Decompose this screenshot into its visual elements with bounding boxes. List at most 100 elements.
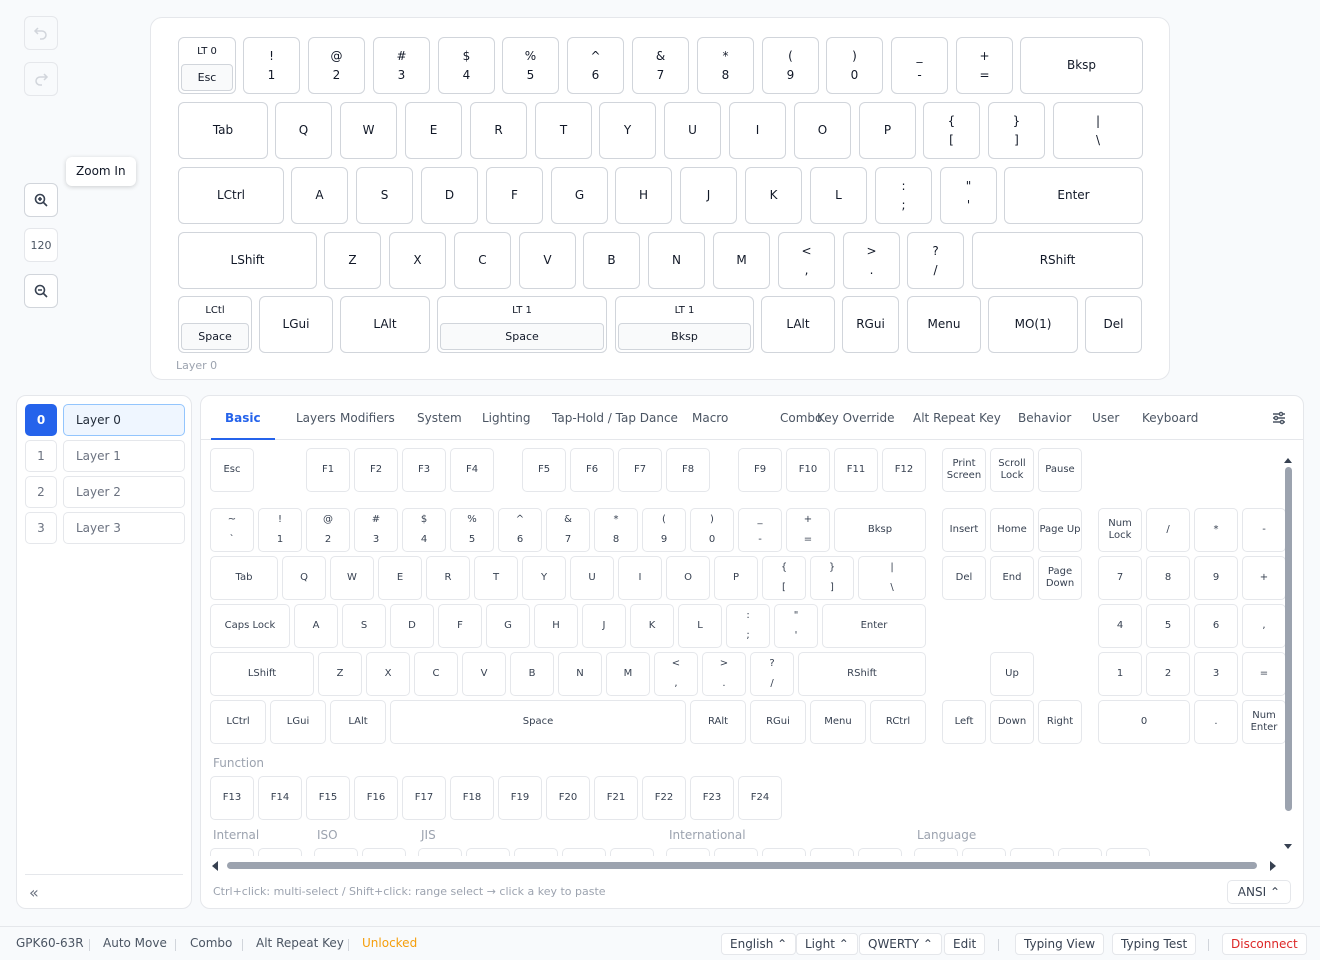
palette-key-3[interactable]: #3 — [354, 508, 398, 552]
palette-key-lgui[interactable]: LGui — [270, 700, 326, 744]
layer-row[interactable]: 2 Layer 2 — [25, 476, 185, 508]
tab-user[interactable]: User — [1092, 396, 1119, 440]
key-symbol[interactable]: {[ — [923, 102, 980, 159]
palette-key-f13[interactable]: F13 — [210, 776, 254, 820]
palette-key-partial[interactable] — [1106, 848, 1150, 856]
palette-key-7[interactable]: & 7 — [546, 508, 590, 552]
key-m[interactable]: M — [713, 232, 770, 289]
key-s[interactable]: S — [356, 167, 413, 224]
palette-key-partial[interactable] — [466, 848, 510, 856]
palette-key-w[interactable]: W — [330, 556, 374, 600]
key-k[interactable]: K — [745, 167, 802, 224]
palette-key-d[interactable]: D — [390, 604, 434, 648]
palette-key-9[interactable]: 9 — [1194, 556, 1238, 600]
palette-key-f5[interactable]: F5 — [522, 448, 566, 492]
settings-sliders-icon[interactable] — [1271, 410, 1287, 426]
palette-key-b[interactable]: B — [510, 652, 554, 696]
key-n[interactable]: N — [648, 232, 705, 289]
palette-key-3[interactable]: 3 — [1194, 652, 1238, 696]
key-lctrl[interactable]: LCtrl — [178, 167, 284, 224]
key-z[interactable]: Z — [324, 232, 381, 289]
layer-number[interactable]: 0 — [25, 404, 57, 436]
palette-key-symbol[interactable]: , — [1242, 604, 1286, 648]
palette-key-f23[interactable]: F23 — [690, 776, 734, 820]
key-0[interactable]: ) 0 — [826, 37, 883, 94]
palette-key-f12[interactable]: F12 — [882, 448, 926, 492]
palette-key-f3[interactable]: F3 — [402, 448, 446, 492]
key-g[interactable]: G — [551, 167, 608, 224]
palette-key-7[interactable]: 7 — [1098, 556, 1142, 600]
key-symbol[interactable]: }] — [988, 102, 1045, 159]
theme-select[interactable]: Light ⌃ — [796, 933, 858, 955]
palette-key-left[interactable]: Left — [942, 700, 986, 744]
palette-key-rgui[interactable]: RGui — [750, 700, 806, 744]
palette-key-lshift[interactable]: LShift — [210, 652, 314, 696]
palette-key-6[interactable]: ^ 6 — [498, 508, 542, 552]
palette-key-f19[interactable]: F19 — [498, 776, 542, 820]
palette-key-9[interactable]: (9 — [642, 508, 686, 552]
key-menu[interactable]: Menu — [907, 296, 981, 353]
scroll-down-icon[interactable] — [1283, 843, 1293, 851]
layer-number[interactable]: 2 — [25, 476, 57, 508]
key-lgui[interactable]: LGui — [259, 296, 333, 353]
palette-key-partial[interactable] — [858, 848, 902, 856]
palette-key-num-lock[interactable]: Num Lock — [1098, 508, 1142, 552]
key-lt-1-bksp[interactable]: LT 1 Bksp — [615, 296, 754, 353]
palette-key-symbol[interactable]: + — [1242, 556, 1286, 600]
key-lalt[interactable]: LAlt — [761, 296, 835, 353]
palette-key-bksp[interactable]: Bksp — [834, 508, 926, 552]
key-symbol[interactable]: | \ — [1053, 102, 1143, 159]
key-mo-1[interactable]: MO(1) — [988, 296, 1078, 353]
key-symbol[interactable]: " ' — [940, 167, 997, 224]
redo-button[interactable] — [24, 62, 58, 96]
tab-keyboard[interactable]: Keyboard — [1142, 396, 1198, 440]
palette-key-f8[interactable]: F8 — [666, 448, 710, 492]
palette-key-symbol[interactable]: {[ — [762, 556, 806, 600]
palette-key-partial[interactable] — [962, 848, 1006, 856]
layer-name[interactable]: Layer 2 — [63, 476, 185, 508]
key-del[interactable]: Del — [1085, 296, 1142, 353]
palette-key-page-down[interactable]: Page Down — [1038, 556, 1082, 600]
palette-key-e[interactable]: E — [378, 556, 422, 600]
key-4[interactable]: $4 — [438, 37, 495, 94]
palette-key-h[interactable]: H — [534, 604, 578, 648]
palette-key-y[interactable]: Y — [522, 556, 566, 600]
palette-key-c[interactable]: C — [414, 652, 458, 696]
palette-key-num-enter[interactable]: Num Enter — [1242, 700, 1286, 744]
tab-behavior[interactable]: Behavior — [1018, 396, 1071, 440]
tab-basic[interactable]: Basic — [211, 396, 275, 440]
palette-key-insert[interactable]: Insert — [942, 508, 986, 552]
palette-key-partial[interactable] — [210, 848, 254, 856]
tab-system[interactable]: System — [417, 396, 462, 440]
palette-key-2[interactable]: 2 — [1146, 652, 1190, 696]
palette-key-o[interactable]: O — [666, 556, 710, 600]
key-bksp[interactable]: Bksp — [1020, 37, 1143, 94]
layout-select[interactable]: ANSI ⌃ — [1226, 880, 1291, 904]
palette-key-5[interactable]: 5 — [1146, 604, 1190, 648]
key-lt-0-esc[interactable]: LT 0 Esc — [178, 37, 236, 94]
key-7[interactable]: & 7 — [632, 37, 689, 94]
key-f[interactable]: F — [486, 167, 543, 224]
palette-key-i[interactable]: I — [618, 556, 662, 600]
palette-key-pause[interactable]: Pause — [1038, 448, 1082, 492]
palette-key-partial[interactable] — [1010, 848, 1054, 856]
key-enter[interactable]: Enter — [1004, 167, 1143, 224]
key-b[interactable]: B — [583, 232, 640, 289]
palette-key-6[interactable]: 6 — [1194, 604, 1238, 648]
key-layout-select[interactable]: QWERTY ⌃ — [859, 933, 942, 955]
palette-key-f2[interactable]: F2 — [354, 448, 398, 492]
palette-key-partial[interactable] — [714, 848, 758, 856]
palette-key-1[interactable]: 1 — [1098, 652, 1142, 696]
palette-key-partial[interactable] — [362, 848, 406, 856]
key-h[interactable]: H — [615, 167, 672, 224]
palette-key-a[interactable]: A — [294, 604, 338, 648]
key-lshift[interactable]: LShift — [178, 232, 317, 289]
key-w[interactable]: W — [340, 102, 397, 159]
key-t[interactable]: T — [535, 102, 592, 159]
key-e[interactable]: E — [405, 102, 462, 159]
tab-layers[interactable]: Layers — [296, 396, 336, 440]
palette-key-q[interactable]: Q — [282, 556, 326, 600]
key-symbol[interactable]: >. — [843, 232, 900, 289]
palette-key-right[interactable]: Right — [1038, 700, 1082, 744]
palette-key-2[interactable]: @2 — [306, 508, 350, 552]
